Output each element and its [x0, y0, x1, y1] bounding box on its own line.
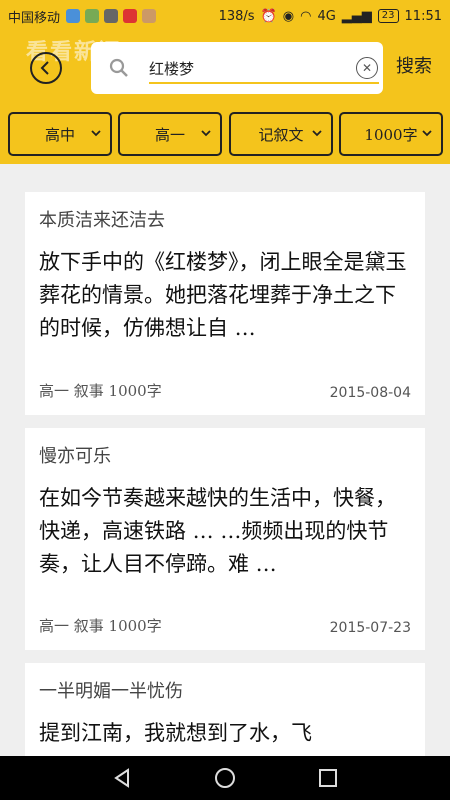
back-triangle-icon[interactable]: [110, 766, 134, 790]
article-excerpt: 在如今节奏越来越快的生活中，快餐，快递，高速铁路 … …频频出现的快节奏，让人目…: [39, 486, 396, 576]
wifi-icon: ◠: [300, 8, 312, 24]
article-meta: 高一 叙事 1000字: [39, 382, 162, 400]
article-date: 2015-07-23: [329, 620, 411, 636]
app-notification-icon: [123, 9, 138, 23]
carrier-label: 中国移动: [8, 10, 61, 26]
article-meta: 高一 叙事 1000字: [39, 617, 162, 635]
app-notification-icon: [66, 9, 81, 23]
article-card[interactable]: 一半明媚一半忧伤 提到江南，我就想到了水，飞: [25, 663, 425, 756]
filter-label: 高一: [154, 125, 185, 144]
filter-genre[interactable]: 记叙文: [229, 112, 333, 156]
chevron-left-icon: [40, 61, 49, 75]
status-bar: 中国移动 138/s ⏰ ◉ ◠ 4G ▂▄▆ 23 11:51: [0, 0, 450, 32]
app-notification-icon: [104, 9, 119, 23]
search-icon: [109, 58, 128, 77]
app-notification-icon: [85, 9, 100, 23]
chevron-down-icon: [201, 130, 211, 137]
article-date: 2015-08-04: [329, 385, 411, 401]
clear-search-button[interactable]: ✕: [356, 57, 378, 79]
article-excerpt: 提到江南，我就想到了水，飞: [39, 721, 312, 745]
clock: 11:51: [404, 8, 442, 24]
filter-label: 记叙文: [258, 125, 304, 144]
home-circle-icon[interactable]: [213, 766, 237, 790]
filter-bar: 高中 高一 记叙文 1000字: [0, 104, 450, 164]
app-notification-icon: [142, 9, 157, 23]
search-box: ✕: [91, 42, 383, 94]
system-nav-bar: [0, 756, 450, 800]
search-button[interactable]: 搜索: [396, 52, 432, 78]
article-card[interactable]: 慢亦可乐 在如今节奏越来越快的生活中，快餐，快递，高速铁路 … …频频出现的快节…: [25, 428, 425, 650]
article-title: 本质洁来还洁去: [39, 210, 165, 231]
chevron-down-icon: [422, 130, 432, 137]
filter-grade[interactable]: 高一: [118, 112, 222, 156]
header: 看看新闻 ✕ 搜索: [0, 32, 450, 104]
network-speed: 138/s: [218, 8, 255, 24]
search-underline: [149, 82, 379, 84]
signal-icon: ▂▄▆: [341, 8, 372, 24]
recents-square-icon[interactable]: [316, 766, 340, 790]
article-list: 本质洁来还洁去 放下手中的《红楼梦》，闭上眼全是黛玉葬花的情景。她把落花埋葬于净…: [0, 164, 450, 756]
alarm-icon: ⏰: [260, 8, 277, 24]
network-type: 4G: [317, 8, 336, 24]
search-input[interactable]: [149, 54, 339, 82]
filter-label: 高中: [44, 125, 75, 144]
filter-label: 1000字: [364, 125, 418, 144]
back-button[interactable]: [30, 52, 62, 84]
chevron-down-icon: [312, 130, 322, 137]
article-excerpt: 放下手中的《红楼梦》，闭上眼全是黛玉葬花的情景。她把落花埋葬于净土之下的时候，仿…: [39, 250, 407, 340]
eye-icon: ◉: [282, 8, 295, 24]
chevron-down-icon: [91, 130, 101, 137]
article-card[interactable]: 本质洁来还洁去 放下手中的《红楼梦》，闭上眼全是黛玉葬花的情景。她把落花埋葬于净…: [25, 192, 425, 415]
article-title: 慢亦可乐: [39, 446, 111, 467]
battery-icon: 23: [377, 9, 399, 23]
filter-word-count[interactable]: 1000字: [339, 112, 443, 156]
article-title: 一半明媚一半忧伤: [39, 681, 183, 702]
filter-grade-level[interactable]: 高中: [8, 112, 112, 156]
